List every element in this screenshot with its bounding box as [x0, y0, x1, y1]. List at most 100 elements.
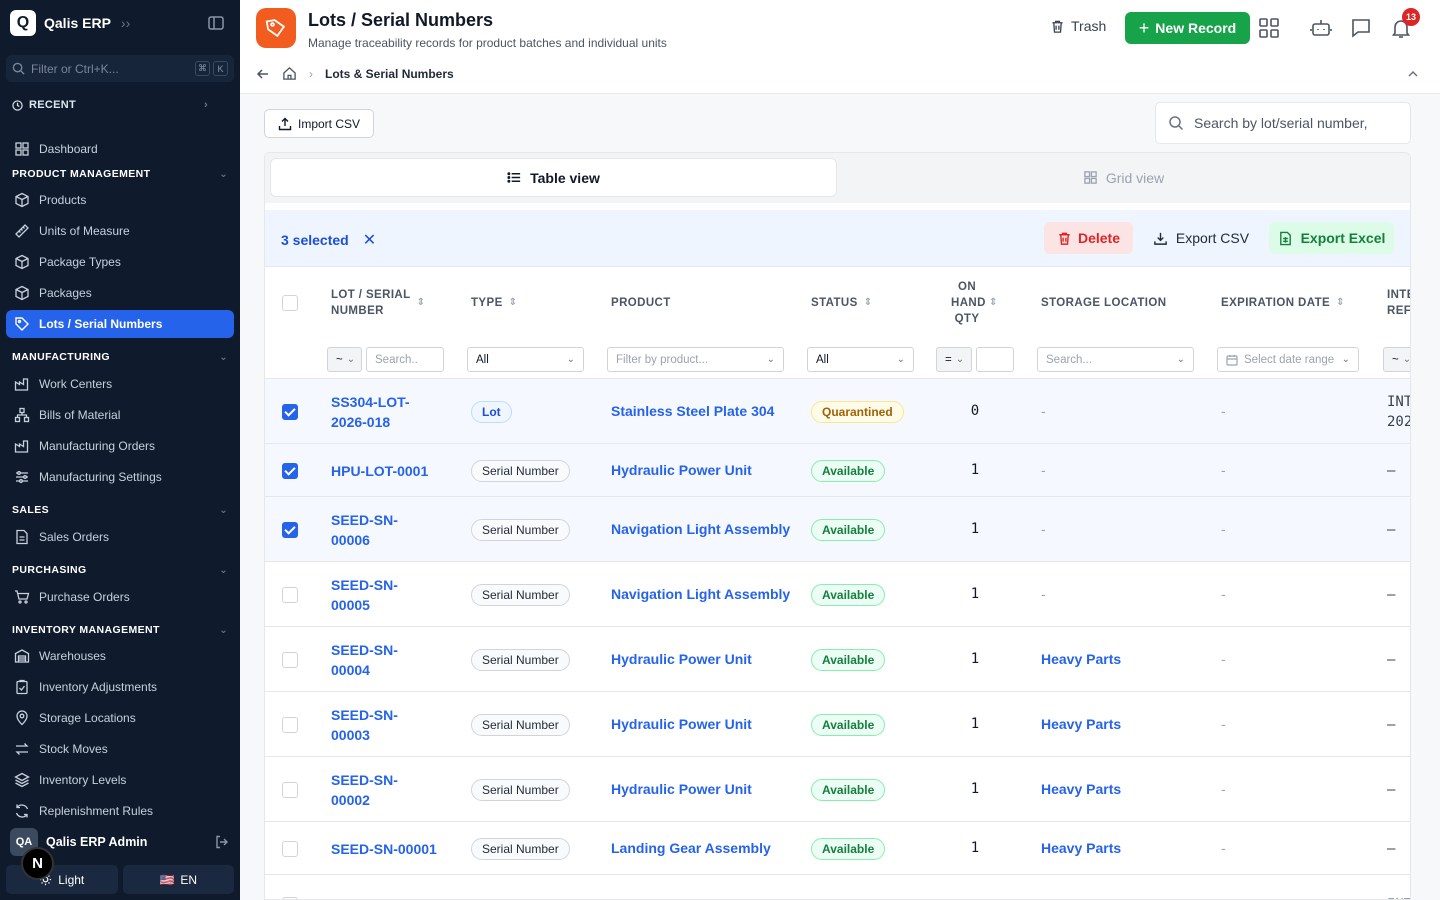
section-purchasing[interactable]: PURCHASING ⌄ [12, 564, 228, 576]
product-filter-select[interactable]: Filter by product... ⌄ [607, 347, 784, 372]
clear-selection-icon[interactable]: ✕ [363, 230, 376, 250]
sidebar-item-manufacturing-orders[interactable]: Manufacturing Orders [6, 432, 234, 460]
export-csv-button[interactable]: Export CSV [1147, 222, 1255, 254]
date-range-picker[interactable]: Select date range ⌄ [1217, 347, 1359, 372]
floating-assistant-button[interactable]: N [21, 847, 54, 880]
column-header-lot[interactable]: LOT / SERIAL NUMBER ⇕ [331, 287, 425, 319]
table-row[interactable]: SS304-LOT- 2026-018 Lot Stainless Steel Pla… [265, 379, 1410, 444]
row-checkbox[interactable] [282, 840, 298, 857]
lot-serial-link[interactable]: SEED-SN- 00002 [331, 770, 441, 810]
column-header-storage-location[interactable]: STORAGE LOCATION [1041, 295, 1166, 311]
sidebar-filter-input[interactable]: Filter or Ctrl+K... ⌘ K [6, 55, 234, 82]
product-link[interactable]: Landing Gear Assembly [611, 840, 771, 856]
table-row[interactable]: SEED-SN- 00006 Serial Number Navigation Lig… [265, 497, 1410, 562]
sidebar-item-manufacturing-settings[interactable]: Manufacturing Settings [6, 463, 234, 491]
row-checkbox[interactable] [282, 462, 298, 479]
table-row[interactable]: SEED-SN- 00004 Serial Number Hydraulic Powe… [265, 627, 1410, 692]
sidebar-item-inventory-levels[interactable]: Inventory Levels [6, 766, 234, 794]
storage-location-link[interactable]: Heavy Parts [1041, 716, 1121, 732]
storage-location-link[interactable]: Heavy Parts [1041, 651, 1121, 667]
trash-button[interactable]: Trash [1050, 18, 1106, 34]
sidebar-item-dashboard[interactable]: Dashboard [6, 135, 234, 163]
lot-serial-link[interactable]: SEED-SN- 00004 [331, 640, 441, 680]
status-filter-select[interactable]: All ⌄ [807, 347, 914, 372]
sidebar-item-products[interactable]: Products [6, 186, 234, 214]
delete-button[interactable]: Delete [1044, 222, 1133, 254]
sidebar-item-lots-serial-numbers[interactable]: Lots / Serial Numbers [6, 310, 234, 338]
apps-grid-icon[interactable] [1257, 16, 1281, 40]
new-record-button[interactable]: + New Record [1125, 12, 1250, 44]
language-button[interactable]: 🇺🇸 EN [122, 865, 234, 894]
table-row[interactable]: HPU-LOT-0001 Serial Number Hydraulic Power… [265, 444, 1410, 497]
sidebar-item-bills-of-material[interactable]: Bills of Material [6, 401, 234, 429]
chevron-up-icon[interactable] [1407, 68, 1419, 80]
column-header-status[interactable]: STATUS ⇕ [811, 295, 872, 311]
product-link[interactable]: Hydraulic Power Unit [611, 716, 752, 732]
storage-location-link[interactable]: Heavy Parts [1041, 781, 1121, 797]
section-inventory-management[interactable]: INVENTORY MANAGEMENT ⌄ [12, 624, 228, 636]
brand[interactable]: Q Qalis ERP ›› [10, 10, 130, 36]
table-row[interactable]: SEED-SN- 00002 Serial Number Hydraulic Powe… [265, 757, 1410, 822]
tab-table-view[interactable]: Table view [270, 158, 837, 197]
sidebar-collapse-icon[interactable] [207, 14, 225, 32]
lot-serial-link[interactable]: HPU-LOT-0001 [331, 461, 441, 481]
section-product-management[interactable]: PRODUCT MANAGEMENT ⌄ [12, 168, 228, 180]
sidebar-item-work-centers[interactable]: Work Centers [6, 370, 234, 398]
robot-icon[interactable] [1309, 16, 1333, 40]
back-arrow-icon[interactable] [256, 67, 270, 81]
qty-filter-input[interactable] [976, 347, 1014, 372]
column-header-product[interactable]: PRODUCT [611, 295, 671, 311]
table-row[interactable]: BB-6205-LOT- INT [265, 875, 1410, 899]
row-checkbox[interactable] [282, 651, 298, 668]
table-row[interactable]: SEED-SN-00001 Serial Number Landing Gear A… [265, 822, 1410, 875]
search-input[interactable]: Search by lot/serial number, [1155, 102, 1411, 144]
export-excel-button[interactable]: Export Excel [1269, 222, 1394, 254]
row-checkbox[interactable] [282, 781, 298, 798]
sidebar-item-purchase-orders[interactable]: Purchase Orders [6, 583, 234, 611]
column-header-expiration-date[interactable]: EXPIRATION DATE ⇕ [1221, 295, 1345, 311]
sidebar-item-units-of-measure[interactable]: Units of Measure [6, 217, 234, 245]
home-icon[interactable] [282, 66, 297, 81]
sidebar-item-storage-locations[interactable]: Storage Locations [6, 704, 234, 732]
row-checkbox[interactable] [282, 716, 298, 733]
recent-section[interactable]: RECENT › [12, 99, 208, 111]
section-manufacturing[interactable]: MANUFACTURING ⌄ [12, 351, 228, 363]
lot-filter-input[interactable]: Search.. [366, 347, 444, 372]
product-link[interactable]: Navigation Light Assembly [611, 586, 790, 602]
row-checkbox[interactable] [282, 521, 298, 538]
column-header-on-hand-qty[interactable]: ON HAND QTY ⇕ [951, 279, 998, 327]
lot-serial-link[interactable]: SS304-LOT- 2026-018 [331, 392, 441, 432]
intref-filter-operator[interactable]: ~ ⌄ [1383, 347, 1410, 372]
product-link[interactable]: Hydraulic Power Unit [611, 781, 752, 797]
lot-serial-link[interactable]: SEED-SN-00001 [331, 839, 441, 859]
storage-location-link[interactable]: Heavy Parts [1041, 840, 1121, 856]
row-checkbox[interactable] [282, 586, 298, 603]
location-filter-select[interactable]: Search... ⌄ [1037, 347, 1194, 372]
sidebar-item-warehouses[interactable]: Warehouses [6, 642, 234, 670]
qty-filter-operator[interactable]: = ⌄ [936, 347, 972, 372]
sidebar-item-inventory-adjustments[interactable]: Inventory Adjustments [6, 673, 234, 701]
column-header-internal-ref[interactable]: INTEREF [1387, 287, 1410, 319]
type-filter-select[interactable]: All ⌄ [467, 347, 584, 372]
lot-serial-link[interactable]: SEED-SN- 00003 [331, 705, 441, 745]
sidebar-item-package-types[interactable]: Package Types [6, 248, 234, 276]
lot-filter-operator[interactable]: ~ ⌄ [327, 347, 362, 372]
lot-serial-link[interactable]: BB-6205-LOT- [331, 895, 441, 899]
section-sales[interactable]: SALES ⌄ [12, 504, 228, 516]
table-row[interactable]: SEED-SN- 00005 Serial Number Navigation Lig… [265, 562, 1410, 627]
lot-serial-link[interactable]: SEED-SN- 00005 [331, 575, 441, 615]
sidebar-item-sales-orders[interactable]: Sales Orders [6, 523, 234, 551]
tab-grid-view[interactable]: Grid view [840, 158, 1407, 197]
product-link[interactable]: Hydraulic Power Unit [611, 651, 752, 667]
import-csv-button[interactable]: Import CSV [264, 109, 374, 138]
chat-icon[interactable] [1349, 16, 1373, 40]
select-all-checkbox[interactable] [282, 295, 298, 311]
row-checkbox[interactable] [282, 403, 298, 420]
table-row[interactable]: SEED-SN- 00003 Serial Number Hydraulic Powe… [265, 692, 1410, 757]
column-header-type[interactable]: TYPE ⇕ [471, 295, 517, 311]
sidebar-item-stock-moves[interactable]: Stock Moves [6, 735, 234, 763]
product-link[interactable]: Navigation Light Assembly [611, 521, 790, 537]
product-link[interactable]: Stainless Steel Plate 304 [611, 403, 774, 419]
lot-serial-link[interactable]: SEED-SN- 00006 [331, 510, 441, 550]
logout-icon[interactable] [214, 834, 230, 850]
